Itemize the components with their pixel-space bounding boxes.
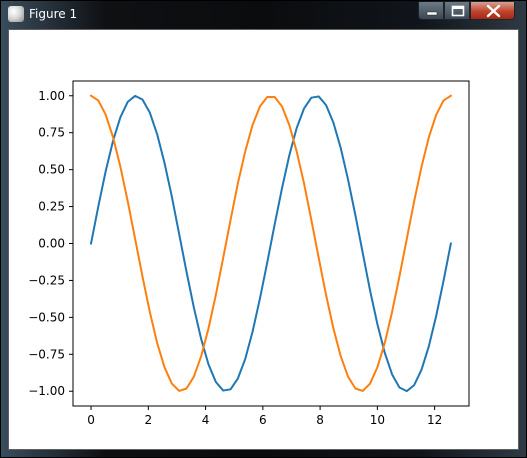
y-tick-label: 0.00 <box>38 237 65 251</box>
line-chart: 0 2 4 6 8 10 12 1.00 0.75 0.50 0.25 0.00 −0.25 −0.50 −… <box>28 80 470 427</box>
x-tick-label: 4 <box>202 413 210 427</box>
x-tick-label: 2 <box>144 413 152 427</box>
maximize-button[interactable] <box>444 2 470 20</box>
matplotlib-figure-icon[interactable] <box>8 6 24 22</box>
y-tick-label: 0.75 <box>38 126 65 140</box>
x-tick-label: 6 <box>259 413 267 427</box>
y-tick-label: 0.25 <box>38 200 65 214</box>
figure-window: Figure 1 0 2 4 6 8 10 12 1.00 0.75 0.50 0.25 0.00 −0… <box>0 0 527 458</box>
x-tick-label: 10 <box>370 413 385 427</box>
title-bar[interactable]: Figure 1 <box>1 1 527 28</box>
close-icon <box>486 4 501 18</box>
y-tick-label: −0.25 <box>28 273 65 287</box>
maximize-icon <box>451 5 465 17</box>
minimize-button[interactable] <box>418 2 444 20</box>
figure-canvas: 0 2 4 6 8 10 12 1.00 0.75 0.50 0.25 0.00 −0.25 −0.50 −… <box>8 29 519 450</box>
close-button[interactable] <box>470 2 515 20</box>
x-tick-label: 12 <box>427 413 442 427</box>
y-tick-label: −0.50 <box>28 310 65 324</box>
y-tick-label: 0.50 <box>38 163 65 177</box>
x-tick-label: 8 <box>316 413 324 427</box>
y-tick-label: −0.75 <box>28 347 65 361</box>
window-title: Figure 1 <box>29 7 78 21</box>
y-tick-label: −1.00 <box>28 384 65 398</box>
minimize-icon <box>426 11 438 16</box>
series-line-1 <box>89 94 453 393</box>
y-tick-label: 1.00 <box>38 89 65 103</box>
x-tick-label: 0 <box>87 413 95 427</box>
